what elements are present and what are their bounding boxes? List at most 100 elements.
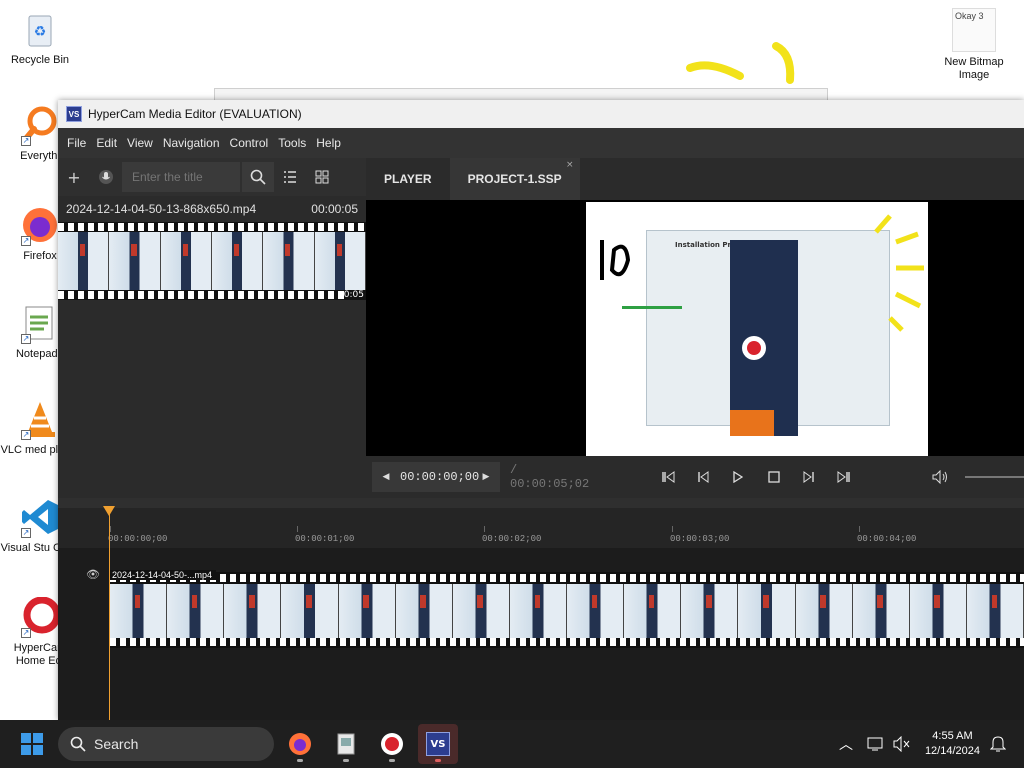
ruler-label: 00:00:04;00: [857, 534, 917, 544]
taskbar-hypercam-editor[interactable]: VS: [418, 724, 458, 764]
grid-view-button[interactable]: [306, 161, 338, 193]
taskbar-clock[interactable]: 4:55 AM 12/14/2024: [925, 729, 980, 759]
hypercam-editor-window: VS HyperCam Media Editor (EVALUATION) Fi…: [58, 100, 1024, 720]
track-visibility-eye-icon[interactable]: 👁: [86, 568, 100, 581]
handwriting-scribble: [600, 240, 631, 280]
shortcut-arrow-icon: ↗: [21, 136, 31, 146]
stop-icon: [767, 471, 780, 483]
search-icon: [250, 169, 266, 185]
timeline-ruler[interactable]: 00:00:00;00 00:00:01;00 00:00:02;00 00:0…: [58, 508, 1024, 548]
track-frames: [110, 584, 1024, 640]
film-sprockets: [110, 638, 1024, 646]
close-tab-icon[interactable]: ×: [566, 160, 574, 170]
ruler-label: 00:00:00;00: [108, 534, 168, 544]
speaker-muted-icon[interactable]: [893, 736, 911, 752]
playhead-handle[interactable]: [103, 506, 115, 516]
video-preview[interactable]: Installation Pro: [366, 200, 1024, 456]
microphone-icon: [99, 170, 113, 184]
desktop-icon-new-bitmap[interactable]: Okay 3 New Bitmap Image: [934, 8, 1014, 82]
search-icon: [70, 736, 86, 752]
timecode-next-button[interactable]: ▶: [472, 462, 500, 492]
video-frame: Installation Pro: [586, 202, 928, 456]
tab-player[interactable]: PLAYER: [366, 158, 450, 200]
stop-button[interactable]: [756, 462, 791, 492]
clip-thumbnail[interactable]: 0:05: [58, 222, 366, 300]
previous-frame-button[interactable]: [686, 462, 721, 492]
play-button[interactable]: [721, 462, 756, 492]
menu-file[interactable]: File: [62, 136, 91, 150]
menu-edit[interactable]: Edit: [91, 136, 122, 150]
timecode-control: ◀ 00:00:00;00 ▶: [372, 462, 500, 492]
video-track-clip[interactable]: [110, 572, 1024, 648]
taskbar-firefox[interactable]: [280, 724, 320, 764]
notification-bell-icon[interactable]: [990, 735, 1006, 753]
ruler-label: 00:00:03;00: [670, 534, 730, 544]
network-icon[interactable]: [867, 736, 885, 752]
window-title: HyperCam Media Editor (EVALUATION): [88, 107, 302, 121]
search-button[interactable]: [242, 162, 274, 192]
grid-icon: [315, 170, 329, 184]
record-voice-button[interactable]: [90, 161, 122, 193]
window-titlebar[interactable]: VS HyperCam Media Editor (EVALUATION): [58, 100, 1024, 128]
recorder-panel-preview: [730, 240, 798, 436]
title-search-input[interactable]: [122, 162, 240, 192]
go-to-end-button[interactable]: [826, 462, 861, 492]
film-sprockets: [58, 291, 366, 299]
notepadpp-icon: ↗: [19, 302, 61, 344]
ruler-label: 00:00:02;00: [482, 534, 542, 544]
taskbar: Search VS ︿ 4:55 AM 12/14/2024: [0, 720, 1024, 768]
timeline-splitter[interactable]: [58, 498, 1024, 508]
timecode-prev-button[interactable]: ◀: [372, 462, 400, 492]
volume-slider[interactable]: [965, 476, 1024, 478]
list-icon: [284, 171, 296, 183]
go-to-start-button[interactable]: [650, 462, 685, 492]
step-back-icon: [698, 471, 709, 483]
menu-help[interactable]: Help: [311, 136, 346, 150]
media-library-panel: + 2024-12-14-04-50-13-868x650.mp4 00:00:…: [58, 158, 366, 498]
shortcut-arrow-icon: ↗: [21, 528, 31, 538]
app-logo-icon: VS: [426, 732, 450, 756]
thumbnail-duration: 0:05: [343, 290, 364, 300]
show-hidden-icons-chevron-icon[interactable]: ︿: [839, 734, 853, 754]
clip-item-header[interactable]: 2024-12-14-04-50-13-868x650.mp4 00:00:05: [58, 196, 366, 222]
vlc-cone-icon: ↗: [19, 398, 61, 440]
add-media-button[interactable]: +: [58, 161, 90, 193]
play-icon: [733, 471, 744, 483]
clock-time: 4:55 AM: [932, 730, 973, 742]
clip-filename: 2024-12-14-04-50-13-868x650.mp4: [66, 202, 257, 216]
transport-bar: ◀ 00:00:00;00 ▶ / 00:00:05;02: [366, 456, 1024, 498]
shortcut-arrow-icon: ↗: [21, 430, 31, 440]
current-timecode[interactable]: 00:00:00;00: [400, 470, 479, 484]
list-view-button[interactable]: [274, 161, 306, 193]
everything-search-icon: ↗: [19, 104, 61, 146]
start-button[interactable]: [16, 728, 48, 760]
hypercam-record-icon: ↗: [19, 596, 61, 638]
installer-progress: [622, 306, 682, 309]
record-icon: [742, 336, 766, 360]
taskbar-search[interactable]: Search: [58, 727, 274, 761]
menu-tools[interactable]: Tools: [273, 136, 311, 150]
menu-view[interactable]: View: [122, 136, 158, 150]
system-tray: ︿ 4:55 AM 12/14/2024: [839, 720, 1024, 768]
tab-project[interactable]: PROJECT-1.SSP: [449, 158, 580, 200]
shortcut-arrow-icon: ↗: [21, 236, 31, 246]
menu-control[interactable]: Control: [225, 136, 274, 150]
vscode-icon: ↗: [19, 496, 61, 538]
bitmap-file-icon: Okay 3: [952, 8, 996, 52]
next-frame-button[interactable]: [791, 462, 826, 492]
total-duration: / 00:00:05;02: [510, 463, 590, 491]
desktop-icon-recycle-bin[interactable]: ♻ Recycle Bin: [0, 8, 80, 67]
step-forward-icon: [803, 471, 814, 483]
menu-bar: File Edit View Navigation Control Tools …: [58, 128, 1024, 158]
menu-navigation[interactable]: Navigation: [158, 136, 225, 150]
library-toolbar: +: [58, 158, 366, 196]
playhead-line: [109, 506, 110, 720]
shortcut-arrow-icon: ↗: [21, 628, 31, 638]
taskbar-hypercam[interactable]: [372, 724, 412, 764]
film-sprockets: [110, 574, 1024, 582]
taskbar-installer[interactable]: [326, 724, 366, 764]
volume-button[interactable]: [922, 462, 957, 492]
recycle-bin-icon: ♻: [19, 8, 61, 50]
hypercam-record-icon: [381, 733, 403, 755]
skip-start-icon: [662, 471, 675, 483]
